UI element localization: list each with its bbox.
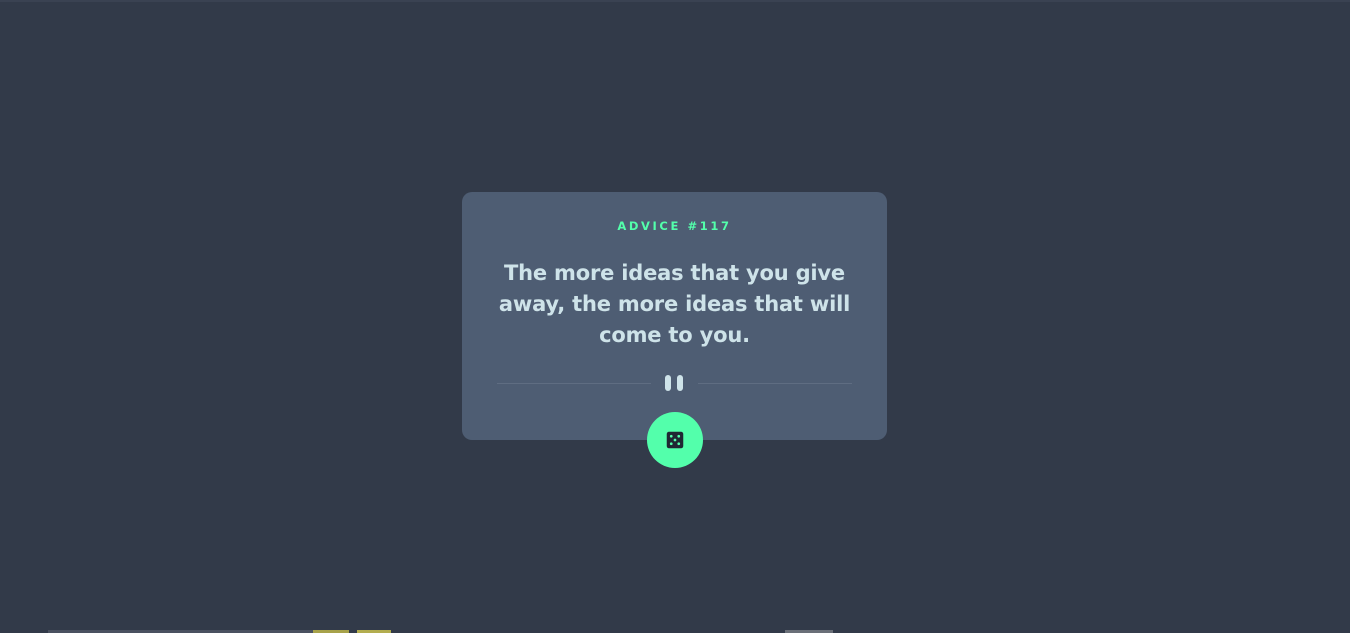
pattern-divider — [497, 375, 852, 391]
advice-card: ADVICE #117 The more ideas that you give… — [462, 192, 887, 440]
advice-id: ADVICE #117 — [617, 219, 732, 233]
pause-icon — [665, 375, 685, 391]
advice-quote: The more ideas that you give away, the m… — [498, 261, 851, 347]
page-background: ADVICE #117 The more ideas that you give… — [0, 0, 1350, 633]
dice-icon — [666, 431, 684, 449]
divider-line-left — [497, 383, 651, 384]
generate-advice-button[interactable] — [647, 412, 703, 468]
divider-line-right — [698, 383, 852, 384]
top-edge — [0, 0, 1350, 2]
